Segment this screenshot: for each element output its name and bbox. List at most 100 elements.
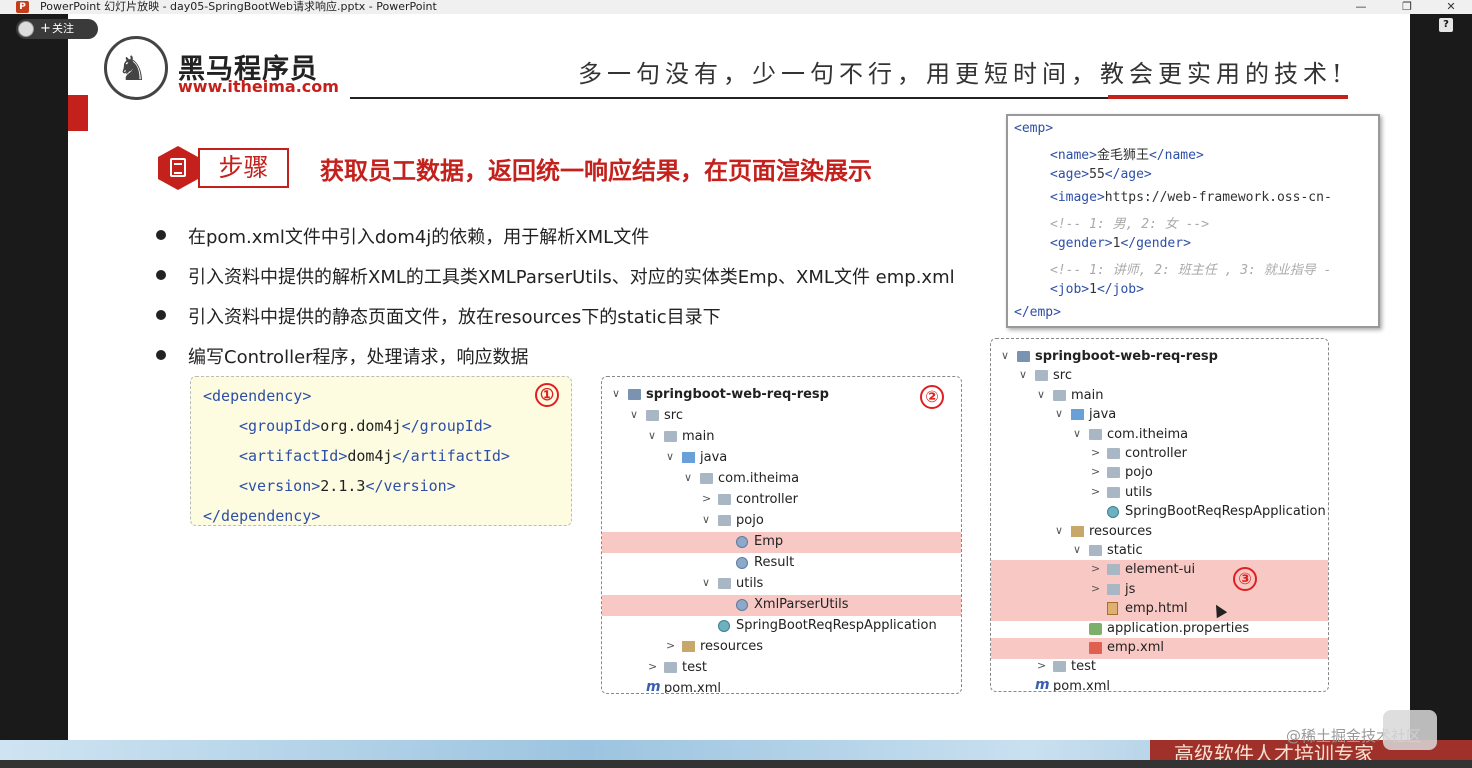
tree-row[interactable]: Emp	[602, 532, 961, 553]
tree-row[interactable]: ∨ src	[602, 406, 961, 427]
tree-row[interactable]: ∨ springboot-web-req-resp	[991, 347, 1328, 368]
tree-label: utils	[736, 576, 764, 591]
video-control[interactable]	[1383, 710, 1437, 750]
expand-arrow-icon[interactable]: >	[1091, 582, 1100, 595]
step-number-1: ①	[535, 383, 559, 407]
avatar	[18, 21, 34, 37]
tree-label: springboot-web-req-resp	[646, 387, 829, 402]
expand-arrow-icon[interactable]: ∨	[1055, 407, 1063, 420]
tree-row[interactable]: SpringBootReqRespApplication	[602, 616, 961, 637]
help-icon[interactable]: ?	[1439, 18, 1453, 32]
tree-row[interactable]: > pojo	[991, 463, 1328, 484]
tree-row[interactable]: > utils	[991, 483, 1328, 504]
package-icon	[1089, 428, 1102, 440]
expand-arrow-icon[interactable]: >	[1091, 465, 1100, 478]
step-heading: 获取员工数据，返回统一响应结果，在页面渲染展示	[320, 157, 872, 185]
tree-row[interactable]: SpringBootReqRespApplication	[991, 502, 1328, 523]
tree-row[interactable]: ∨ utils	[602, 574, 961, 595]
source-folder-icon	[682, 452, 695, 463]
tree-row[interactable]: ∨ java	[602, 448, 961, 469]
project-tree-2: ∨ springboot-web-req-resp ∨ src ∨ main ∨ java ∨ c…	[601, 376, 962, 694]
step-number-2: ②	[920, 385, 944, 409]
expand-arrow-icon[interactable]: >	[1091, 562, 1100, 575]
tree-row[interactable]: > controller	[602, 490, 961, 511]
tree-row[interactable]: ∨ com.itheima	[602, 469, 961, 490]
tree-row[interactable]: > controller	[991, 444, 1328, 465]
folder-icon	[1053, 389, 1066, 401]
maven-icon: m	[1035, 676, 1050, 692]
restore-button[interactable]: ❐	[1392, 0, 1422, 14]
package-icon	[1107, 486, 1120, 498]
tree-row[interactable]: m pom.xml	[602, 679, 961, 693]
tree-row[interactable]: ∨ main	[991, 386, 1328, 407]
tree-row[interactable]: application.properties	[991, 619, 1328, 640]
expand-arrow-icon[interactable]: >	[1091, 485, 1100, 498]
tree-row[interactable]: XmlParserUtils	[602, 595, 961, 616]
tree-row[interactable]: > test	[991, 657, 1328, 678]
expand-arrow-icon[interactable]: ∨	[1019, 368, 1027, 381]
expand-arrow-icon[interactable]: >	[702, 492, 711, 505]
expand-arrow-icon[interactable]: ∨	[666, 450, 674, 463]
expand-arrow-icon[interactable]: >	[666, 639, 675, 652]
slide: ♞ 黑马程序员 www.itheima.com 多一句没有，少一句不行，用更短时…	[68, 14, 1410, 754]
expand-arrow-icon[interactable]: ∨	[648, 429, 656, 442]
tree-label: pojo	[1125, 465, 1153, 481]
tree-row[interactable]: ∨ pojo	[602, 511, 961, 532]
bullet-text: 引入资料中提供的静态页面文件，放在resources下的static目录下	[188, 307, 721, 328]
expand-arrow-icon[interactable]: >	[1091, 446, 1100, 459]
html-file-icon	[1107, 602, 1118, 616]
expand-arrow-icon[interactable]: ∨	[1001, 349, 1009, 362]
package-icon	[700, 473, 713, 484]
expand-arrow-icon[interactable]: ∨	[702, 576, 710, 589]
expand-arrow-icon[interactable]: ∨	[630, 408, 638, 421]
tree-label: com.itheima	[718, 471, 800, 486]
window-title: PowerPoint 幻灯片放映 - day05-SpringBootWeb请求…	[40, 0, 437, 13]
tree-row[interactable]: Result	[602, 553, 961, 574]
tree-row[interactable]: emp.xml	[991, 638, 1328, 659]
close-button[interactable]: ✕	[1436, 0, 1466, 14]
tree-row[interactable]: > test	[602, 658, 961, 679]
tree-label: main	[682, 429, 715, 444]
tree-row[interactable]: ∨ static	[991, 541, 1328, 562]
expand-arrow-icon[interactable]: ∨	[1037, 388, 1045, 401]
tree-row[interactable]: ∨ main	[602, 427, 961, 448]
powerpoint-icon: P	[16, 1, 29, 13]
tree-row[interactable]: ∨ com.itheima	[991, 425, 1328, 446]
resources-folder-icon	[682, 641, 695, 652]
red-accent-block	[68, 95, 88, 131]
tree-label: SpringBootReqRespApplication	[736, 618, 937, 633]
expand-arrow-icon[interactable]: >	[1037, 659, 1046, 672]
header-divider	[350, 97, 1150, 99]
expand-arrow-icon[interactable]: ∨	[684, 471, 692, 484]
tree-label: src	[664, 408, 683, 423]
tree-label: main	[1071, 387, 1104, 403]
tree-row[interactable]: m pom.xml	[991, 676, 1328, 692]
expand-arrow-icon[interactable]: >	[648, 660, 657, 673]
tree-row[interactable]: ∨ springboot-web-req-resp	[602, 385, 961, 406]
tree-row[interactable]: ∨ java	[991, 405, 1328, 426]
expand-arrow-icon[interactable]: ∨	[1073, 427, 1081, 440]
expand-arrow-icon[interactable]: ∨	[612, 387, 620, 400]
tree-row[interactable]: emp.html	[991, 599, 1328, 620]
folder-icon	[1107, 583, 1120, 595]
expand-arrow-icon[interactable]: ∨	[1073, 543, 1081, 556]
bottom-strip	[0, 760, 1472, 768]
step-number-3: ③	[1233, 567, 1257, 591]
follow-label: 关注	[52, 22, 74, 35]
tree-row[interactable]: ∨ src	[991, 366, 1328, 387]
properties-file-icon	[1089, 622, 1102, 635]
follow-button[interactable]: + 关注	[16, 19, 98, 39]
tree-row[interactable]: > resources	[602, 637, 961, 658]
tree-row[interactable]: ∨ resources	[991, 522, 1328, 543]
folder-icon	[1035, 370, 1048, 382]
tree-label: springboot-web-req-resp	[1035, 349, 1218, 364]
step-document-icon	[158, 146, 198, 190]
tree-label: static	[1107, 543, 1143, 558]
expand-arrow-icon[interactable]: ∨	[702, 513, 710, 526]
expand-arrow-icon[interactable]: ∨	[1055, 524, 1063, 537]
window-titlebar: P PowerPoint 幻灯片放映 - day05-SpringBootWeb…	[0, 0, 1472, 14]
tree-row[interactable]: > js	[991, 580, 1328, 601]
minimize-button[interactable]: —	[1346, 0, 1376, 14]
tree-label: Result	[754, 555, 795, 570]
header-accent-line	[1108, 95, 1348, 99]
